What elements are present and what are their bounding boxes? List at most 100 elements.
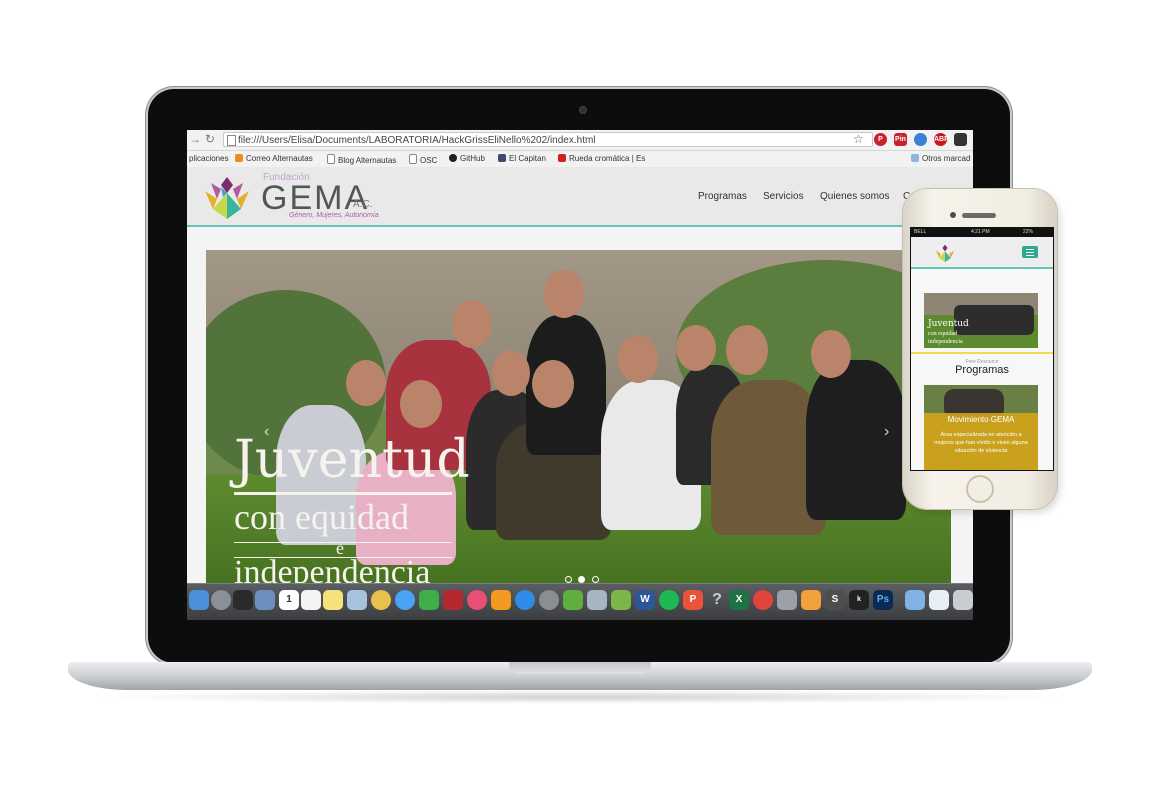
page-icon — [409, 154, 417, 164]
hero-title: Juventud — [234, 430, 470, 490]
bookmark-star-icon[interactable]: ☆ — [853, 132, 864, 146]
reload-icon[interactable]: ↻ — [205, 132, 215, 146]
gema-logo-icon[interactable] — [933, 243, 957, 263]
phone-section-title: Programas — [955, 364, 1009, 376]
battery-level: 22% — [1023, 229, 1034, 235]
bookmark-favicon-icon — [235, 154, 243, 162]
bookmark-rueda[interactable]: Rueda cromática | Es — [558, 154, 645, 163]
carousel-next-icon[interactable]: › — [884, 423, 889, 441]
document-icon[interactable] — [929, 590, 949, 610]
trash-icon[interactable] — [953, 590, 973, 610]
hero-face — [400, 380, 442, 428]
hero-subtitle: con equidad — [234, 497, 409, 537]
site-header: Fundación GEMA A.C. Género, Mujeres, Aut… — [187, 167, 973, 227]
messages-icon[interactable] — [395, 590, 415, 610]
reminders-icon[interactable] — [301, 590, 321, 610]
android-icon[interactable] — [611, 590, 631, 610]
phone-camera-icon — [950, 212, 956, 218]
preferences-icon[interactable] — [539, 590, 559, 610]
hamburger-menu-icon[interactable] — [1022, 246, 1038, 258]
bookmark-correo[interactable]: Correo Alternautas — [235, 154, 313, 163]
ibooks-icon[interactable] — [491, 590, 511, 610]
bookmark-apps[interactable]: plicaciones — [189, 154, 229, 163]
excel-icon[interactable]: X — [729, 590, 749, 610]
bookmark-label: GitHub — [460, 154, 485, 163]
bookmark-blog[interactable]: Blog Alternautas — [327, 154, 396, 165]
finder-icon[interactable] — [189, 590, 209, 610]
calendar-icon[interactable]: 1 — [279, 590, 299, 610]
appstore-icon[interactable] — [515, 590, 535, 610]
pinterest-icon[interactable]: P — [874, 133, 887, 146]
adblock-icon[interactable]: ABP — [934, 133, 949, 146]
phone-divider — [911, 352, 1053, 354]
itunes-icon[interactable] — [467, 590, 487, 610]
phone-hero-image[interactable]: Juventud con equidad independencia — [924, 293, 1038, 348]
bookmark-label: OSC — [420, 156, 438, 165]
bookmark-label: Rueda cromática — [569, 154, 630, 163]
hero-face — [532, 360, 574, 408]
hero-face — [492, 350, 530, 396]
phone-hero-title: Juventud — [928, 319, 969, 329]
bookmark-others[interactable]: Otros marcad — [911, 154, 970, 163]
hero-face — [726, 325, 768, 375]
carousel-prev-icon[interactable]: ‹ — [264, 423, 269, 441]
browser-toolbar: → ↻ file:///Users/Elisa/Documents/LABORA… — [187, 130, 973, 151]
diskutil-icon[interactable] — [777, 590, 797, 610]
shield-extension-icon[interactable] — [954, 133, 967, 146]
phone-speaker — [962, 213, 996, 218]
hero-face — [452, 300, 492, 348]
word-icon[interactable]: W — [635, 590, 655, 610]
forward-icon[interactable]: → — [189, 132, 201, 146]
bookmark-label: Otros marcad — [922, 154, 971, 163]
bookmark-elcapitan[interactable]: El Capitan — [498, 154, 546, 163]
preview2-icon[interactable] — [587, 590, 607, 610]
laptop-shadow — [90, 690, 1070, 704]
kindle-icon[interactable]: k — [849, 590, 869, 610]
calculator-icon[interactable] — [801, 590, 821, 610]
mail-icon[interactable] — [347, 590, 367, 610]
carousel-dot[interactable] — [591, 576, 599, 583]
evernote-icon[interactable] — [563, 590, 583, 610]
blue-extension-icon[interactable] — [914, 133, 927, 146]
phone-status-bar: BELL 4:21 PM 22% — [911, 228, 1053, 237]
nav-servicios[interactable]: Servicios — [763, 191, 804, 202]
facetime-icon[interactable] — [419, 590, 439, 610]
hero-carousel[interactable]: Juventud con equidad e independencia ‹ › — [206, 250, 951, 620]
phone-card-text: Área especializada en atención a mujeres… — [934, 432, 1028, 454]
activity-icon[interactable] — [233, 590, 253, 610]
gema-logo-icon[interactable] — [201, 173, 253, 221]
nav-quienes-somos[interactable]: Quienes somos — [820, 191, 889, 202]
help-icon[interactable]: ? — [707, 590, 727, 610]
preview-icon[interactable] — [255, 590, 275, 610]
photoshop-icon[interactable]: Ps — [873, 590, 893, 610]
hero-face — [811, 330, 851, 378]
bookmark-github[interactable]: GitHub — [449, 154, 485, 163]
url-input[interactable]: file:///Users/Elisa/Documents/LABORATORI… — [223, 132, 873, 147]
hero-face — [618, 335, 658, 383]
bookmark-osc[interactable]: OSC — [409, 154, 437, 165]
phone-program-card[interactable]: Movimiento GEMA Área especializada en at… — [924, 385, 1038, 470]
elcapitan-icon — [498, 154, 506, 162]
spotify-icon[interactable] — [659, 590, 679, 610]
nav-programas[interactable]: Programas — [698, 191, 747, 202]
camera-icon — [579, 106, 587, 114]
file-icon — [227, 135, 236, 146]
folder-icon[interactable] — [905, 590, 925, 610]
carousel-dot[interactable] — [565, 576, 572, 583]
p-icon[interactable]: P — [683, 590, 703, 610]
launchpad-icon[interactable] — [211, 590, 231, 610]
laptop-notch — [509, 662, 651, 674]
hero-face — [676, 325, 716, 371]
sublime-icon[interactable]: S — [825, 590, 845, 610]
phone-hero-subtitle: con equidad — [928, 331, 958, 337]
notes-icon[interactable] — [323, 590, 343, 610]
macos-dock: 1 W P ? X S k Ps — [187, 583, 973, 620]
bookmarks-bar: plicaciones Correo Alternautas Blog Alte… — [187, 151, 973, 168]
photos-icon[interactable] — [371, 590, 391, 610]
chrome-icon[interactable] — [753, 590, 773, 610]
carousel-dot-active[interactable] — [578, 576, 586, 583]
phone-home-button[interactable] — [966, 475, 994, 503]
phone-card-title: Movimiento GEMA — [947, 415, 1015, 424]
photobooth-icon[interactable] — [443, 590, 463, 610]
pin-extension-icon[interactable]: Pin — [894, 133, 907, 146]
